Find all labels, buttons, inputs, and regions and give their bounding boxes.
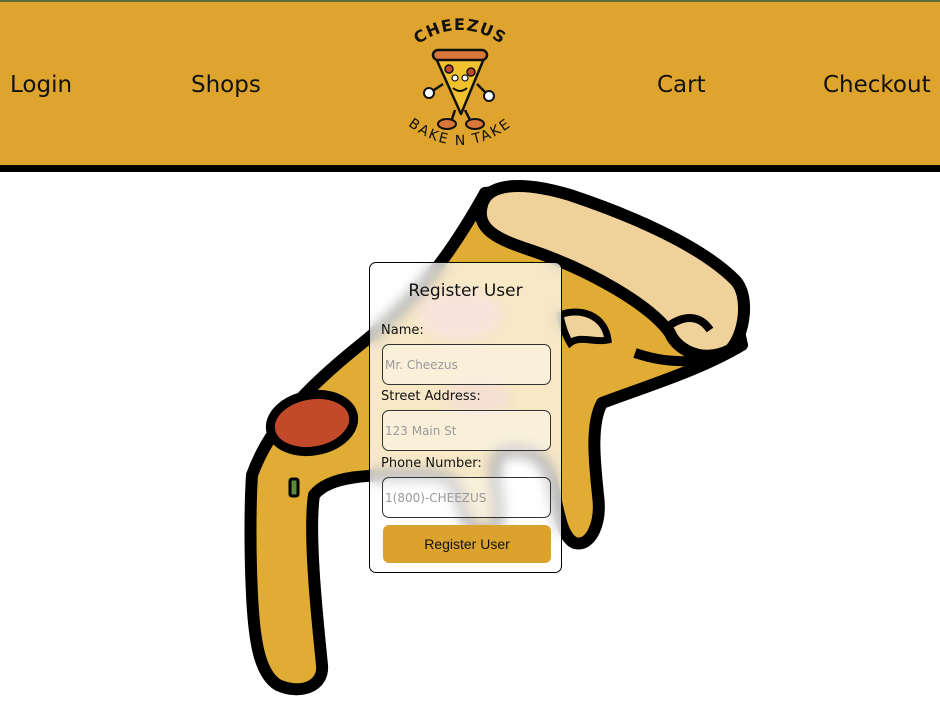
register-user-button[interactable]: Register User <box>383 525 551 563</box>
street-address-input[interactable] <box>382 410 551 451</box>
name-input[interactable] <box>382 344 551 385</box>
register-user-title: Register User <box>408 281 523 301</box>
nav-login-link[interactable]: Login <box>10 70 72 100</box>
phone-number-input[interactable] <box>382 477 551 518</box>
nav-shops-link[interactable]: Shops <box>191 70 261 100</box>
nav-cart-link[interactable]: Cart <box>657 70 706 100</box>
logo-top-text: CHEEZUS <box>410 15 510 48</box>
logo-bottom-text: BAKE N TAKE <box>405 115 514 149</box>
pizza-mascot-icon <box>423 48 495 130</box>
cheezus-logo[interactable]: CHEEZUS BAKE N TAKE <box>385 14 535 164</box>
phone-number-label: Phone Number: <box>381 456 482 471</box>
name-label: Name: <box>381 323 424 338</box>
street-address-label: Street Address: <box>381 389 481 404</box>
nav-checkout-link[interactable]: Checkout <box>823 70 931 100</box>
register-user-card: Register User Name: Street Address: Phon… <box>369 262 562 573</box>
header-divider <box>0 165 940 172</box>
site-header: Login Shops Cart Checkout CHEEZUS BAKE N… <box>0 0 940 165</box>
